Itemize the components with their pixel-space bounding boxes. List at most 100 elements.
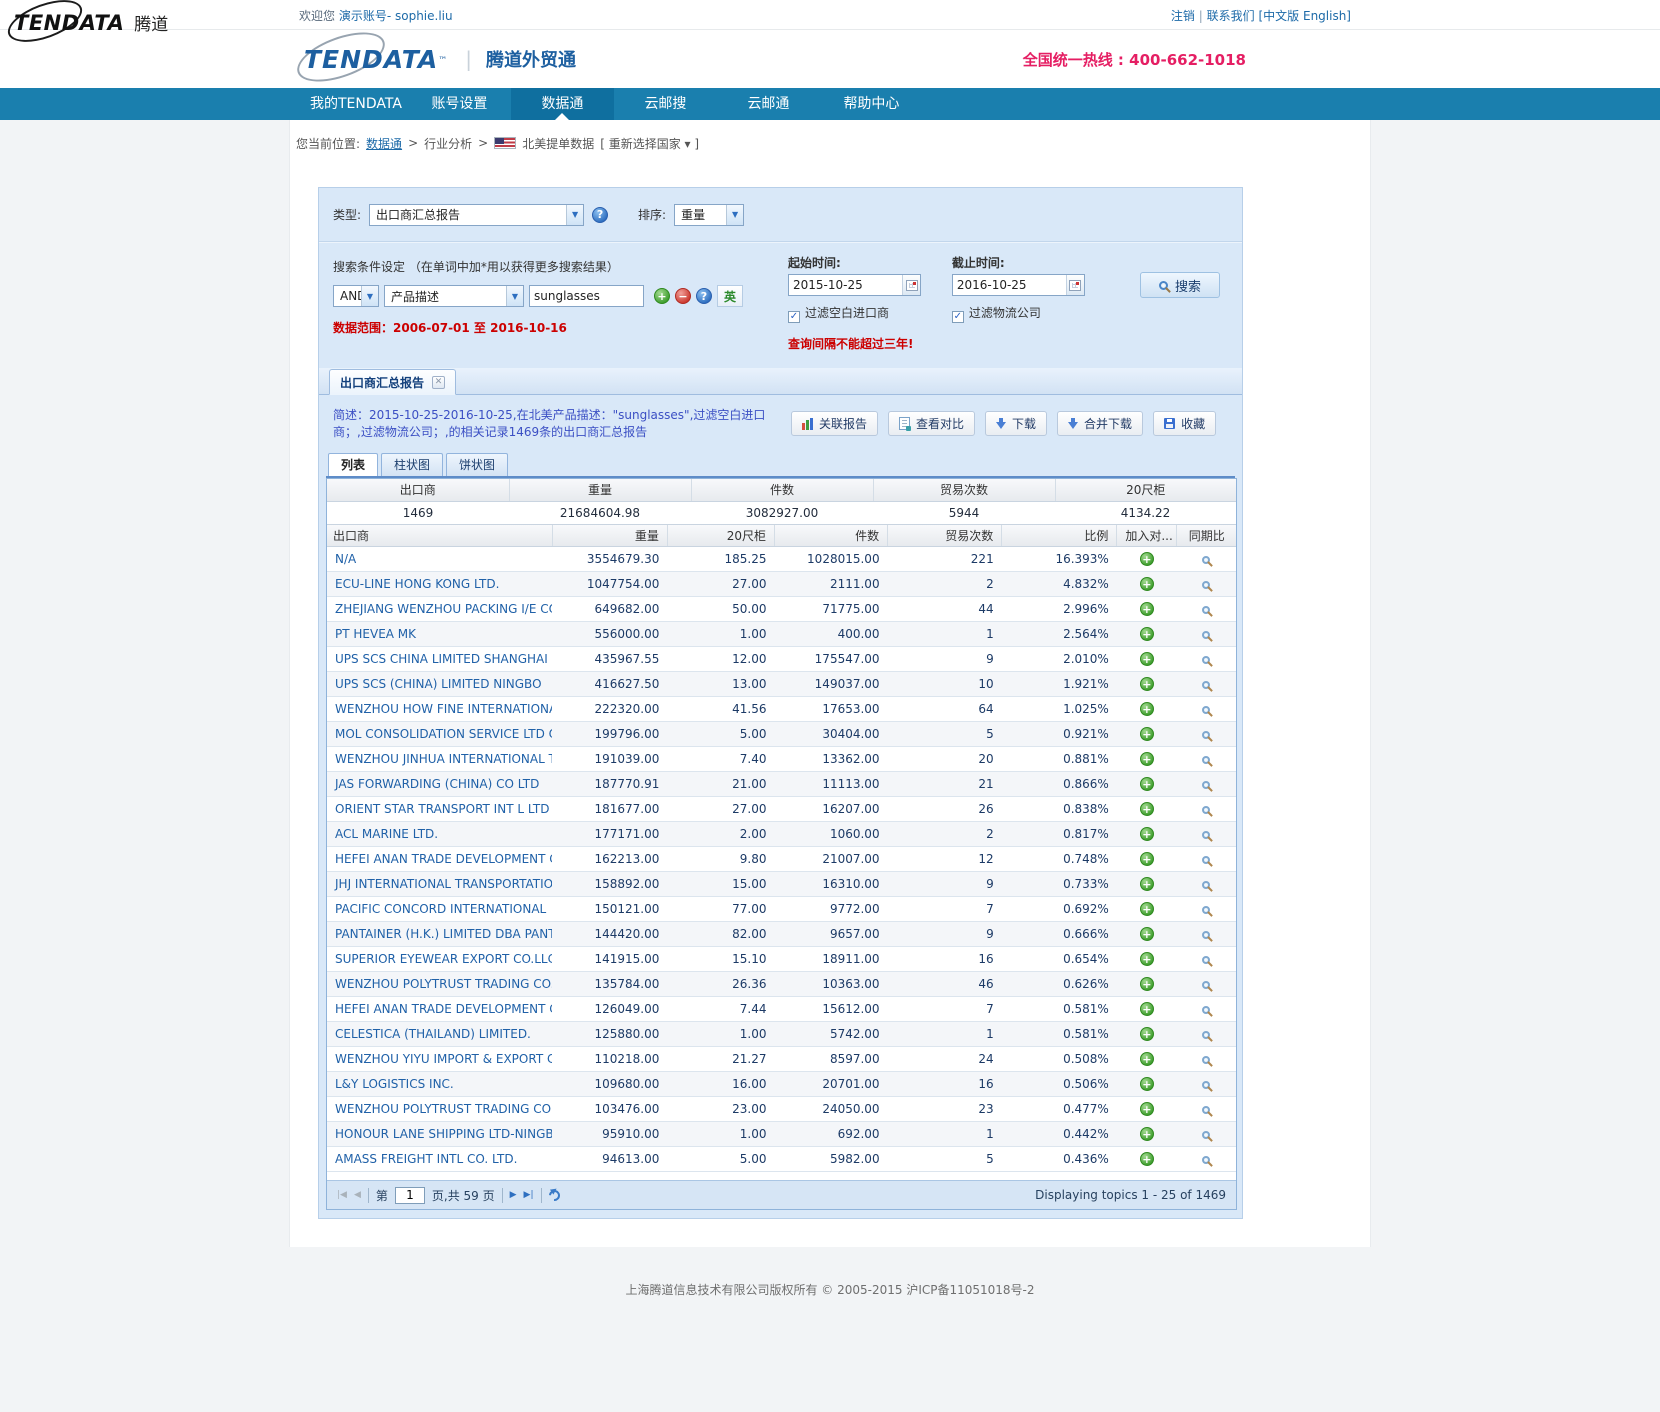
- add-to-compare-icon[interactable]: +: [1140, 752, 1154, 766]
- exporter-name-link[interactable]: WENZHOU YIYU IMPORT & EXPORT C...: [335, 1052, 552, 1066]
- nav-item-1[interactable]: 我的TENDATA: [304, 88, 408, 120]
- yoy-search-icon[interactable]: [1202, 906, 1210, 914]
- merge-download-button[interactable]: 合并下载: [1057, 411, 1143, 436]
- yoy-search-icon[interactable]: [1202, 1031, 1210, 1039]
- add-to-compare-icon[interactable]: +: [1140, 977, 1154, 991]
- exporter-name-link[interactable]: WENZHOU POLYTRUST TRADING CO: [335, 1102, 551, 1116]
- exporter-name-link[interactable]: ORIENT STAR TRANSPORT INT L LTD RM: [335, 802, 552, 816]
- exporter-name-link[interactable]: HEFEI ANAN TRADE DEVELOPMENT CO...: [335, 1002, 552, 1016]
- view-tab-1[interactable]: 列表: [328, 453, 378, 476]
- exporter-name-link[interactable]: CELESTICA (THAILAND) LIMITED.: [335, 1027, 531, 1041]
- yoy-search-icon[interactable]: [1202, 856, 1210, 864]
- yoy-search-icon[interactable]: [1202, 1156, 1210, 1164]
- exporter-name-link[interactable]: PACIFIC CONCORD INTERNATIONAL: [335, 902, 546, 916]
- add-to-compare-icon[interactable]: +: [1140, 852, 1154, 866]
- add-to-compare-icon[interactable]: +: [1140, 702, 1154, 716]
- filter-logistics-checkbox[interactable]: 过滤物流公司: [952, 304, 1112, 323]
- remove-condition-icon[interactable]: −: [675, 288, 691, 304]
- prev-page-icon[interactable]: ◀: [354, 1190, 361, 1200]
- report-type-select[interactable]: 出口商汇总报告 ▼: [369, 204, 584, 226]
- language-switch-link[interactable]: [中文版 English]: [1258, 9, 1351, 23]
- add-to-compare-icon[interactable]: +: [1140, 1027, 1154, 1041]
- yoy-search-icon[interactable]: [1202, 881, 1210, 889]
- yoy-search-icon[interactable]: [1202, 756, 1210, 764]
- keyword-input[interactable]: [529, 285, 644, 307]
- add-to-compare-icon[interactable]: +: [1140, 902, 1154, 916]
- add-to-compare-icon[interactable]: +: [1140, 877, 1154, 891]
- add-to-compare-icon[interactable]: +: [1140, 1102, 1154, 1116]
- exporter-name-link[interactable]: UPS SCS (CHINA) LIMITED NINGBO: [335, 677, 542, 691]
- breadcrumb-link-datahub[interactable]: 数据通: [366, 135, 402, 152]
- exporter-name-link[interactable]: ACL MARINE LTD.: [335, 827, 438, 841]
- view-compare-button[interactable]: 查看对比: [888, 411, 975, 436]
- yoy-search-icon[interactable]: [1202, 931, 1210, 939]
- yoy-search-icon[interactable]: [1202, 806, 1210, 814]
- type-help-icon[interactable]: ?: [592, 207, 608, 223]
- start-date-calendar-button[interactable]: [902, 275, 920, 295]
- nav-item-2[interactable]: 账号设置: [408, 88, 511, 120]
- yoy-search-icon[interactable]: [1202, 706, 1210, 714]
- filter-blank-importer-checkbox[interactable]: 过滤空白进口商: [788, 304, 948, 323]
- exporter-name-link[interactable]: AMASS FREIGHT INTL CO. LTD.: [335, 1152, 517, 1166]
- exporter-name-link[interactable]: HONOUR LANE SHIPPING LTD-NINGBO: [335, 1127, 552, 1141]
- nav-item-4[interactable]: 云邮搜: [614, 88, 717, 120]
- add-to-compare-icon[interactable]: +: [1140, 802, 1154, 816]
- yoy-search-icon[interactable]: [1202, 1056, 1210, 1064]
- add-to-compare-icon[interactable]: +: [1140, 652, 1154, 666]
- field-select[interactable]: 产品描述 ▼: [384, 285, 524, 307]
- add-to-compare-icon[interactable]: +: [1140, 1077, 1154, 1091]
- exporter-name-link[interactable]: PANTAINER (H.K.) LIMITED DBA PANTAI: [335, 927, 552, 941]
- exporter-name-link[interactable]: L&Y LOGISTICS INC.: [335, 1077, 454, 1091]
- add-to-compare-icon[interactable]: +: [1140, 627, 1154, 641]
- search-button[interactable]: 搜索: [1140, 272, 1220, 298]
- exporter-name-link[interactable]: WENZHOU POLYTRUST TRADING CO., ...: [335, 977, 552, 991]
- exporter-name-link[interactable]: PT HEVEA MK: [335, 627, 416, 641]
- boolean-op-select[interactable]: AND ▼: [333, 285, 379, 307]
- add-to-compare-icon[interactable]: +: [1140, 1052, 1154, 1066]
- yoy-search-icon[interactable]: [1202, 731, 1210, 739]
- add-to-compare-icon[interactable]: +: [1140, 777, 1154, 791]
- exporter-name-link[interactable]: ZHEJIANG WENZHOU PACKING I/E CORP.: [335, 602, 552, 616]
- exporter-name-link[interactable]: WENZHOU HOW FINE INTERNATIONAL...: [335, 702, 552, 716]
- close-tab-icon[interactable]: ✕: [432, 376, 445, 389]
- yoy-search-icon[interactable]: [1202, 556, 1210, 564]
- exporter-name-link[interactable]: JHJ INTERNATIONAL TRANSPORTATIO...: [335, 877, 552, 891]
- add-to-compare-icon[interactable]: +: [1140, 827, 1154, 841]
- criteria-help-icon[interactable]: ?: [696, 288, 712, 304]
- view-tab-3[interactable]: 饼状图: [446, 453, 508, 476]
- add-condition-icon[interactable]: +: [654, 288, 670, 304]
- exporter-name-link[interactable]: ECU-LINE HONG KONG LTD.: [335, 577, 499, 591]
- exporter-name-link[interactable]: MOL CONSOLIDATION SERVICE LTD O/B: [335, 727, 552, 741]
- yoy-search-icon[interactable]: [1202, 1081, 1210, 1089]
- report-tab[interactable]: 出口商汇总报告 ✕: [329, 369, 456, 395]
- yoy-search-icon[interactable]: [1202, 1006, 1210, 1014]
- yoy-search-icon[interactable]: [1202, 956, 1210, 964]
- english-toggle-button[interactable]: 英: [717, 285, 743, 307]
- add-to-compare-icon[interactable]: +: [1140, 602, 1154, 616]
- exporter-name-link[interactable]: N/A: [335, 552, 356, 566]
- contact-link[interactable]: 联系我们: [1207, 9, 1255, 23]
- start-date-input[interactable]: [789, 275, 902, 295]
- yoy-search-icon[interactable]: [1202, 681, 1210, 689]
- add-to-compare-icon[interactable]: +: [1140, 1152, 1154, 1166]
- yoy-search-icon[interactable]: [1202, 606, 1210, 614]
- yoy-search-icon[interactable]: [1202, 781, 1210, 789]
- add-to-compare-icon[interactable]: +: [1140, 677, 1154, 691]
- checkbox-checked-icon[interactable]: [952, 311, 964, 323]
- exporter-name-link[interactable]: WENZHOU JINHUA INTERNATIONAL T...: [335, 752, 552, 766]
- exporter-name-link[interactable]: UPS SCS CHINA LIMITED SHANGHAI: [335, 652, 548, 666]
- exporter-name-link[interactable]: JAS FORWARDING (CHINA) CO LTD: [335, 777, 539, 791]
- account-link[interactable]: 演示账号- sophie.liu: [339, 9, 453, 23]
- yoy-search-icon[interactable]: [1202, 1131, 1210, 1139]
- first-page-icon[interactable]: |◀: [337, 1190, 347, 1200]
- add-to-compare-icon[interactable]: +: [1140, 577, 1154, 591]
- add-to-compare-icon[interactable]: +: [1140, 552, 1154, 566]
- add-to-compare-icon[interactable]: +: [1140, 727, 1154, 741]
- nav-item-5[interactable]: 云邮通: [717, 88, 820, 120]
- add-to-compare-icon[interactable]: +: [1140, 927, 1154, 941]
- end-date-calendar-button[interactable]: [1066, 275, 1084, 295]
- exporter-name-link[interactable]: HEFEI ANAN TRADE DEVELOPMENT CO...: [335, 852, 552, 866]
- favorite-button[interactable]: 收藏: [1153, 411, 1216, 436]
- nav-item-6[interactable]: 帮助中心: [820, 88, 923, 120]
- logout-link[interactable]: 注销: [1171, 9, 1195, 23]
